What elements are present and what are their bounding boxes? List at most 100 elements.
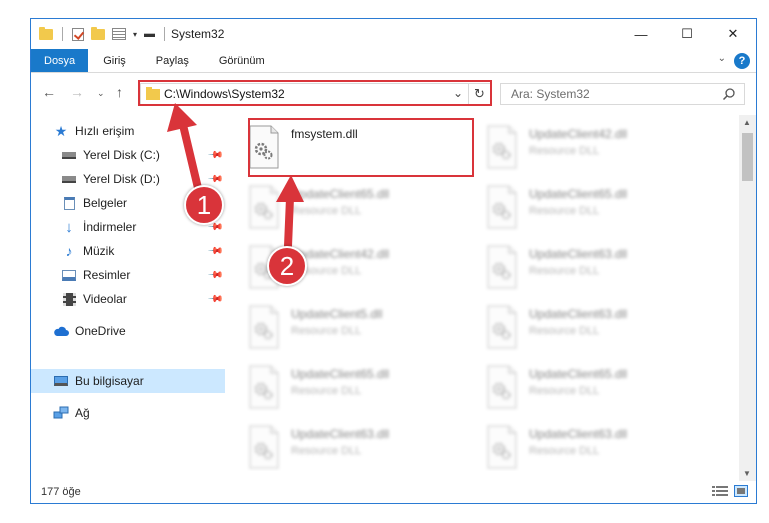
file-type: Resource DLL <box>529 145 600 157</box>
sidebar-item-label: Belgeler <box>83 196 128 210</box>
sidebar-item-label: Ağ <box>75 406 90 420</box>
drive-icon <box>61 172 77 186</box>
music-icon: ♪ <box>65 243 73 259</box>
file-name: UpdateClient63.dll <box>529 427 628 441</box>
scroll-up-icon[interactable]: ▲ <box>743 118 751 127</box>
customize-dropdown-icon[interactable]: ▾ <box>133 30 137 39</box>
help-button[interactable]: ? <box>734 53 750 69</box>
sidebar-item-network[interactable]: Ağ <box>31 401 225 425</box>
pin-icon[interactable]: 📌 <box>206 243 223 260</box>
dll-file-icon <box>249 305 279 349</box>
sidebar-item-label: Hızlı erişim <box>75 124 135 138</box>
quick-access-toolbar: ▾ ▬ <box>31 19 167 49</box>
scrollbar-thumb[interactable] <box>742 133 753 181</box>
scroll-down-icon[interactable]: ▼ <box>743 469 751 478</box>
new-folder-icon[interactable] <box>91 26 105 40</box>
sidebar-item-quick-access[interactable]: ★ Hızlı erişim <box>31 119 225 143</box>
maximize-button[interactable]: ☐ <box>664 19 710 49</box>
search-icon[interactable] <box>722 87 736 101</box>
file-item[interactable]: UpdateClient63.dll Resource DLL <box>485 419 709 471</box>
file-type: Resource DLL <box>529 445 600 457</box>
vertical-scrollbar[interactable]: ▲ ▼ <box>739 115 756 481</box>
details-view-icon[interactable] <box>712 485 728 497</box>
properties-check-icon[interactable] <box>72 27 84 41</box>
tab-dosya[interactable]: Dosya <box>31 49 89 72</box>
dll-file-icon <box>487 305 517 349</box>
file-type: Resource DLL <box>529 265 600 277</box>
ribbon-tabs: Dosya Giriş Paylaş Görünüm ⌄ ? <box>31 49 756 73</box>
sidebar-item-videos[interactable]: Videolar 📌 <box>31 287 225 311</box>
file-item[interactable]: UpdateClient63.dll Resource DLL <box>485 239 709 293</box>
file-item[interactable]: UpdateClient65.dll Resource DLL <box>247 179 471 233</box>
file-highlight <box>248 118 474 177</box>
forward-arrow-icon[interactable]: → <box>70 84 84 100</box>
dll-file-icon <box>487 185 517 229</box>
toolbar-separator <box>164 27 166 41</box>
download-icon: ↓ <box>65 218 73 236</box>
dll-file-icon <box>487 425 517 469</box>
back-arrow-icon[interactable]: ← <box>42 84 56 100</box>
file-type: Resource DLL <box>291 205 362 217</box>
sidebar-item-label: Resimler <box>83 268 131 282</box>
file-item[interactable]: UpdateClient63.dll Resource DLL <box>247 419 471 471</box>
file-item[interactable]: UpdateClient5.dll Resource DLL <box>247 299 471 353</box>
tab-giris[interactable]: Giriş <box>88 49 141 72</box>
sidebar-item-label: Müzik <box>83 244 115 258</box>
file-name: UpdateClient65.dll <box>291 187 390 201</box>
search-input[interactable] <box>511 87 711 101</box>
cloud-icon <box>53 324 69 338</box>
file-name: UpdateClient63.dll <box>529 247 628 261</box>
videos-icon <box>61 292 77 306</box>
sidebar-item-pictures[interactable]: Resimler 📌 <box>31 263 225 287</box>
customize-icon[interactable] <box>112 28 126 40</box>
sidebar-item-label: Yerel Disk (C:) <box>83 148 160 162</box>
quick-access-dropdown-icon[interactable]: ▬ <box>144 28 155 40</box>
file-name: UpdateClient65.dll <box>291 367 390 381</box>
file-item[interactable]: UpdateClient65.dll Resource DLL <box>485 359 709 413</box>
toolbar-separator <box>62 27 63 41</box>
folder-icon <box>39 26 53 40</box>
dll-file-icon <box>487 365 517 409</box>
large-icons-view-icon[interactable] <box>734 485 748 497</box>
pin-icon[interactable]: 📌 <box>206 147 223 164</box>
file-item[interactable]: UpdateClient65.dll Resource DLL <box>247 359 471 413</box>
sidebar-item-this-pc[interactable]: Bu bilgisayar <box>31 369 225 393</box>
minimize-button[interactable]: — <box>618 19 664 49</box>
step-1-badge: 1 <box>184 185 224 225</box>
file-item[interactable]: UpdateClient42.dll Resource DLL <box>485 119 709 173</box>
explorer-window: ▾ ▬ System32 — ☐ ✕ Dosya Giriş Paylaş Gö… <box>30 18 757 504</box>
sidebar-item-local-disk-c[interactable]: Yerel Disk (C:) 📌 <box>31 143 225 167</box>
dll-file-icon <box>249 425 279 469</box>
file-name: UpdateClient65.dll <box>529 367 628 381</box>
file-name: UpdateClient63.dll <box>291 427 390 441</box>
sidebar-item-onedrive[interactable]: OneDrive <box>31 319 225 343</box>
file-type: Resource DLL <box>529 385 600 397</box>
up-arrow-icon[interactable]: ↑ <box>116 84 123 100</box>
pin-icon[interactable]: 📌 <box>206 267 223 284</box>
recent-locations-icon[interactable]: ⌄ <box>97 88 105 99</box>
sidebar-item-label: İndirmeler <box>83 220 137 234</box>
step-2-badge: 2 <box>267 246 307 286</box>
dll-file-icon <box>487 125 517 169</box>
expand-ribbon-icon[interactable]: ⌄ <box>718 53 726 64</box>
search-box[interactable] <box>500 83 745 105</box>
sidebar-item-music[interactable]: ♪ Müzik 📌 <box>31 239 225 263</box>
close-button[interactable]: ✕ <box>710 19 756 49</box>
drive-icon <box>61 148 77 162</box>
pin-icon[interactable]: 📌 <box>206 291 223 308</box>
tab-paylas[interactable]: Paylaş <box>141 49 204 72</box>
file-item[interactable]: UpdateClient65.dll Resource DLL <box>485 179 709 233</box>
file-item[interactable]: UpdateClient63.dll Resource DLL <box>485 299 709 353</box>
window-controls: — ☐ ✕ <box>618 19 756 49</box>
file-name: UpdateClient5.dll <box>291 307 383 321</box>
tab-gorunum[interactable]: Görünüm <box>204 49 280 72</box>
documents-icon <box>61 196 77 210</box>
network-icon <box>53 406 69 420</box>
file-type: Resource DLL <box>529 205 600 217</box>
dll-file-icon <box>249 365 279 409</box>
computer-icon <box>53 374 69 388</box>
status-bar: 177 öğe <box>31 481 756 503</box>
dll-file-icon <box>249 185 279 229</box>
dll-file-icon <box>487 245 517 289</box>
file-type: Resource DLL <box>529 325 600 337</box>
